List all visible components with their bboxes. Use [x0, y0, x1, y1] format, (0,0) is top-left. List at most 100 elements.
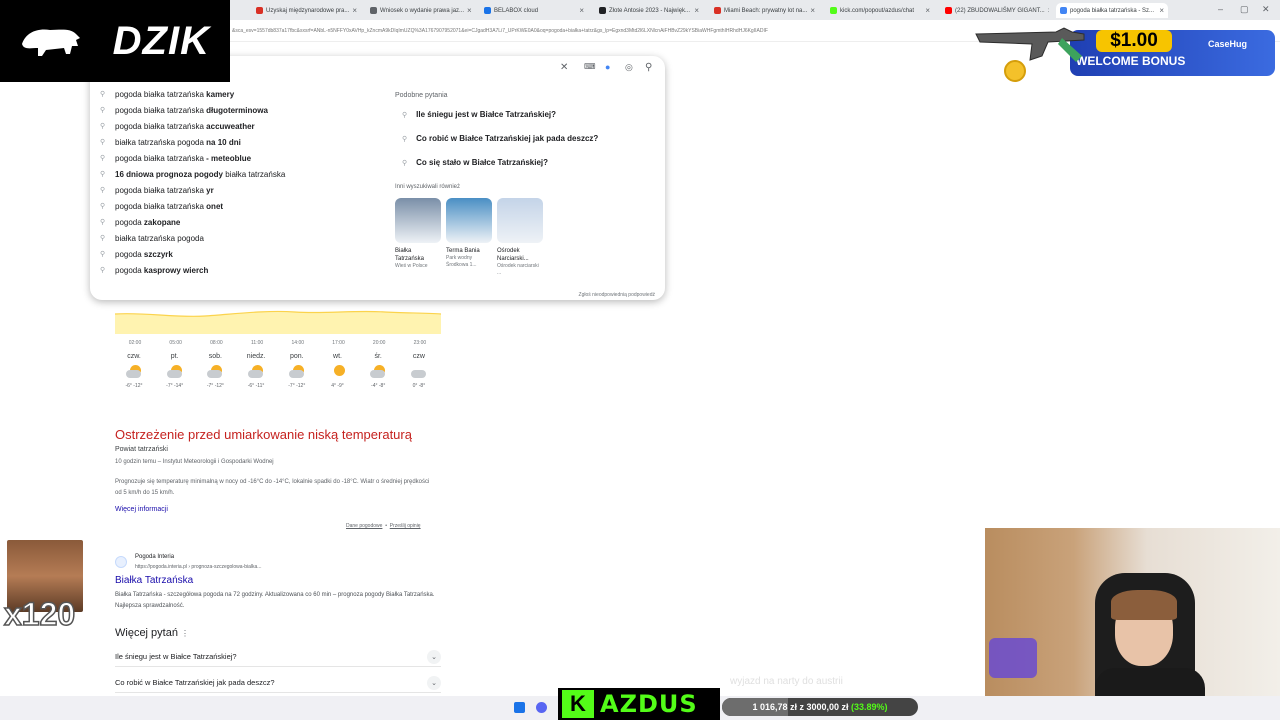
card-thumbnail [497, 198, 543, 243]
suggestion-text: pogoda białka tatrzańska accuweather [115, 121, 255, 131]
day-temps: -4° -8° [371, 383, 386, 389]
maximize-icon[interactable]: ▢ [1240, 4, 1249, 15]
day-forecast[interactable]: pt. -7° -14° [156, 353, 194, 389]
close-tab-icon[interactable]: × [467, 6, 472, 15]
bison-icon [22, 29, 80, 56]
close-tab-icon[interactable]: × [1159, 6, 1164, 15]
gun-icon [975, 27, 1085, 62]
similar-question[interactable]: ⚲ Ile śniegu jest w Białce Tatrzańskiej? [402, 110, 556, 119]
browser-tab[interactable]: (22) ZBUDOWALIŚMY GIGANT...× [941, 3, 1049, 18]
day-forecast[interactable]: śr. -4° -8° [359, 353, 397, 389]
minimize-icon[interactable]: – [1218, 4, 1223, 14]
suggestion-item[interactable]: ⚲ pogoda białka tatrzańska kamery [100, 86, 285, 102]
day-forecast[interactable]: wt. 4° -9° [319, 353, 357, 389]
similar-question[interactable]: ⚲ Co robić w Białce Tatrzańskiej jak pada… [402, 134, 598, 143]
suggestion-text: pogoda białka tatrzańska yr [115, 185, 214, 195]
day-forecast[interactable]: sob. -7° -12° [196, 353, 234, 389]
promo-amount: $1.00 [1096, 30, 1172, 52]
search-icon: ⚲ [100, 139, 106, 146]
lens-icon[interactable]: ◎ [625, 62, 633, 73]
search-icon: ⚲ [100, 107, 106, 114]
weather-data-link[interactable]: Dane pogodowe [346, 523, 382, 529]
card-thumbnail [395, 198, 441, 243]
suggestion-item[interactable]: ⚲ pogoda białka tatrzańska yr [100, 182, 285, 198]
chevron-down-icon: ⌄ [427, 649, 441, 664]
more-questions-heading: Więcej pytań ⋮ [115, 627, 190, 639]
card-name: Terma Bania [446, 248, 480, 254]
discord-icon[interactable] [536, 702, 547, 713]
close-window-icon[interactable]: ✕ [1262, 4, 1270, 15]
suggestion-text: pogoda białka tatrzańska długoterminowa [115, 105, 268, 115]
suggestion-item[interactable]: ⚲ 16 dniowa prognoza pogody białka tatrza… [100, 166, 285, 182]
more-info-link[interactable]: Więcej informacji [115, 506, 168, 513]
suggestion-item[interactable]: ⚲ pogoda białka tatrzańska - meteoblue [100, 150, 285, 166]
kick-streamer-banner: K AZDUS [558, 688, 720, 720]
browser-tab[interactable]: Złote Antosie 2023 - Najwięk... × [595, 3, 703, 18]
goal-text: 1 016,78 zł z 3000,00 zł (33.89%) [752, 702, 888, 712]
report-suggestion-link[interactable]: Zgłoś nieodpowiednią podpowiedź [579, 292, 655, 298]
similar-question[interactable]: ⚲ Co się stało w Białce Tatrzańskiej? [402, 158, 548, 167]
day-name: niedz. [246, 353, 266, 360]
keyboard-icon[interactable]: ⌨ [584, 62, 596, 71]
microphone-icon[interactable]: ● [605, 62, 610, 72]
browser-tab[interactable]: kick.com/popout/azdus/chat × [826, 3, 934, 18]
close-tab-icon[interactable]: × [1048, 6, 1049, 15]
result-site-name: Pogoda Interia [135, 554, 175, 560]
warning-links: Dane pogodowe • Prześlij opinię [346, 523, 421, 529]
day-forecast[interactable]: niedz. -6° -11° [237, 353, 275, 389]
feedback-link[interactable]: Prześlij opinię [390, 523, 421, 529]
browser-tab[interactable]: Miami Beach: prywatny lot na... × [710, 3, 818, 18]
close-tab-icon[interactable]: × [810, 6, 815, 15]
search-icon: ⚲ [100, 251, 106, 258]
suggestion-item[interactable]: ⚲ pogoda kasprowy wierch [100, 262, 285, 278]
day-forecast[interactable]: czw. -6° -12° [115, 353, 153, 389]
clear-icon[interactable]: ✕ [560, 62, 568, 73]
result-url: https://pogoda.interia.pl › prognoza-szc… [135, 564, 262, 570]
suggestion-text: pogoda szczyrk [115, 249, 173, 259]
sun-icon [329, 365, 347, 379]
related-search-card[interactable]: Białka Tatrzańska Wieś w Polsce [395, 198, 441, 270]
card-subtitle: Wieś w Polsce [395, 263, 428, 269]
day-forecast[interactable]: czw 0° -8° [400, 353, 438, 389]
search-icon: ⚲ [100, 171, 106, 178]
close-tab-icon[interactable]: × [579, 6, 584, 15]
search-icon[interactable]: ⚲ [645, 62, 652, 73]
result-title-link[interactable]: Białka Tatrzańska [115, 575, 193, 586]
close-tab-icon[interactable]: × [352, 6, 357, 15]
faq-item[interactable]: Co robić w Białce Tatrzańskiej jak pada … [115, 673, 441, 693]
close-tab-icon[interactable]: × [694, 6, 699, 15]
sun-cloud-icon [166, 365, 184, 379]
suggestion-item[interactable]: ⚲ białka tatrzańska pogoda na 10 dni [100, 134, 285, 150]
tab-label: Miami Beach: prywatny lot na... [724, 7, 808, 14]
url-text[interactable]: &sca_esv=1557db837a17fbc&sxsrf=ANbL-n5NF… [232, 28, 768, 34]
streamer-name: AZDUS [600, 690, 698, 718]
promo-brand: CaseHug [1208, 39, 1248, 49]
browser-tab[interactable]: Uzyskaj międzynarodowe pra... × [252, 3, 360, 18]
hour-label: 17:00 [332, 340, 345, 346]
search-icon: ⚲ [402, 135, 408, 143]
browser-tab[interactable]: pogoda białka tatrzańska - Sz... × [1056, 3, 1168, 18]
suggestion-item[interactable]: ⚲ pogoda białka tatrzańska długoterminowa [100, 102, 285, 118]
day-temps: -7° -12° [206, 383, 224, 389]
cloud-sun-icon [288, 365, 306, 379]
related-search-card[interactable]: Terma Bania Park wodny Środkowa 1... [446, 198, 492, 269]
site-favicon [115, 556, 127, 568]
hour-label: 11:00 [251, 340, 264, 346]
related-search-card[interactable]: Ośrodek Narciarski... Ośrodek narciarski … [497, 198, 543, 277]
suggestion-item[interactable]: ⚲ białka tatrzańska pogoda [100, 230, 285, 246]
close-tab-icon[interactable]: × [925, 6, 930, 15]
faq-item[interactable]: Ile śniegu jest w Białce Tatrzańskiej? ⌄ [115, 647, 441, 667]
browser-tab[interactable]: BELABOX cloud × [480, 3, 588, 18]
suggestion-item[interactable]: ⚲ pogoda szczyrk [100, 246, 285, 262]
tab-label: pogoda białka tatrzańska - Sz... [1070, 7, 1155, 14]
suggestion-item[interactable]: ⚲ pogoda białka tatrzańska accuweather [100, 118, 285, 134]
day-forecast[interactable]: pon. -7° -12° [278, 353, 316, 389]
windows-start-icon[interactable] [514, 702, 525, 713]
browser-tab[interactable]: Wniosek o wydanie prawa jaz... × [366, 3, 474, 18]
temperature-chart [115, 310, 441, 334]
suggestion-text: 16 dniowa prognoza pogody białka tatrzań… [115, 169, 286, 179]
hour-label: 20:00 [372, 340, 386, 346]
suggestion-item[interactable]: ⚲ pogoda zakopane [100, 214, 285, 230]
day-name: czw [412, 353, 425, 360]
suggestion-item[interactable]: ⚲ pogoda białka tatrzańska onet [100, 198, 285, 214]
